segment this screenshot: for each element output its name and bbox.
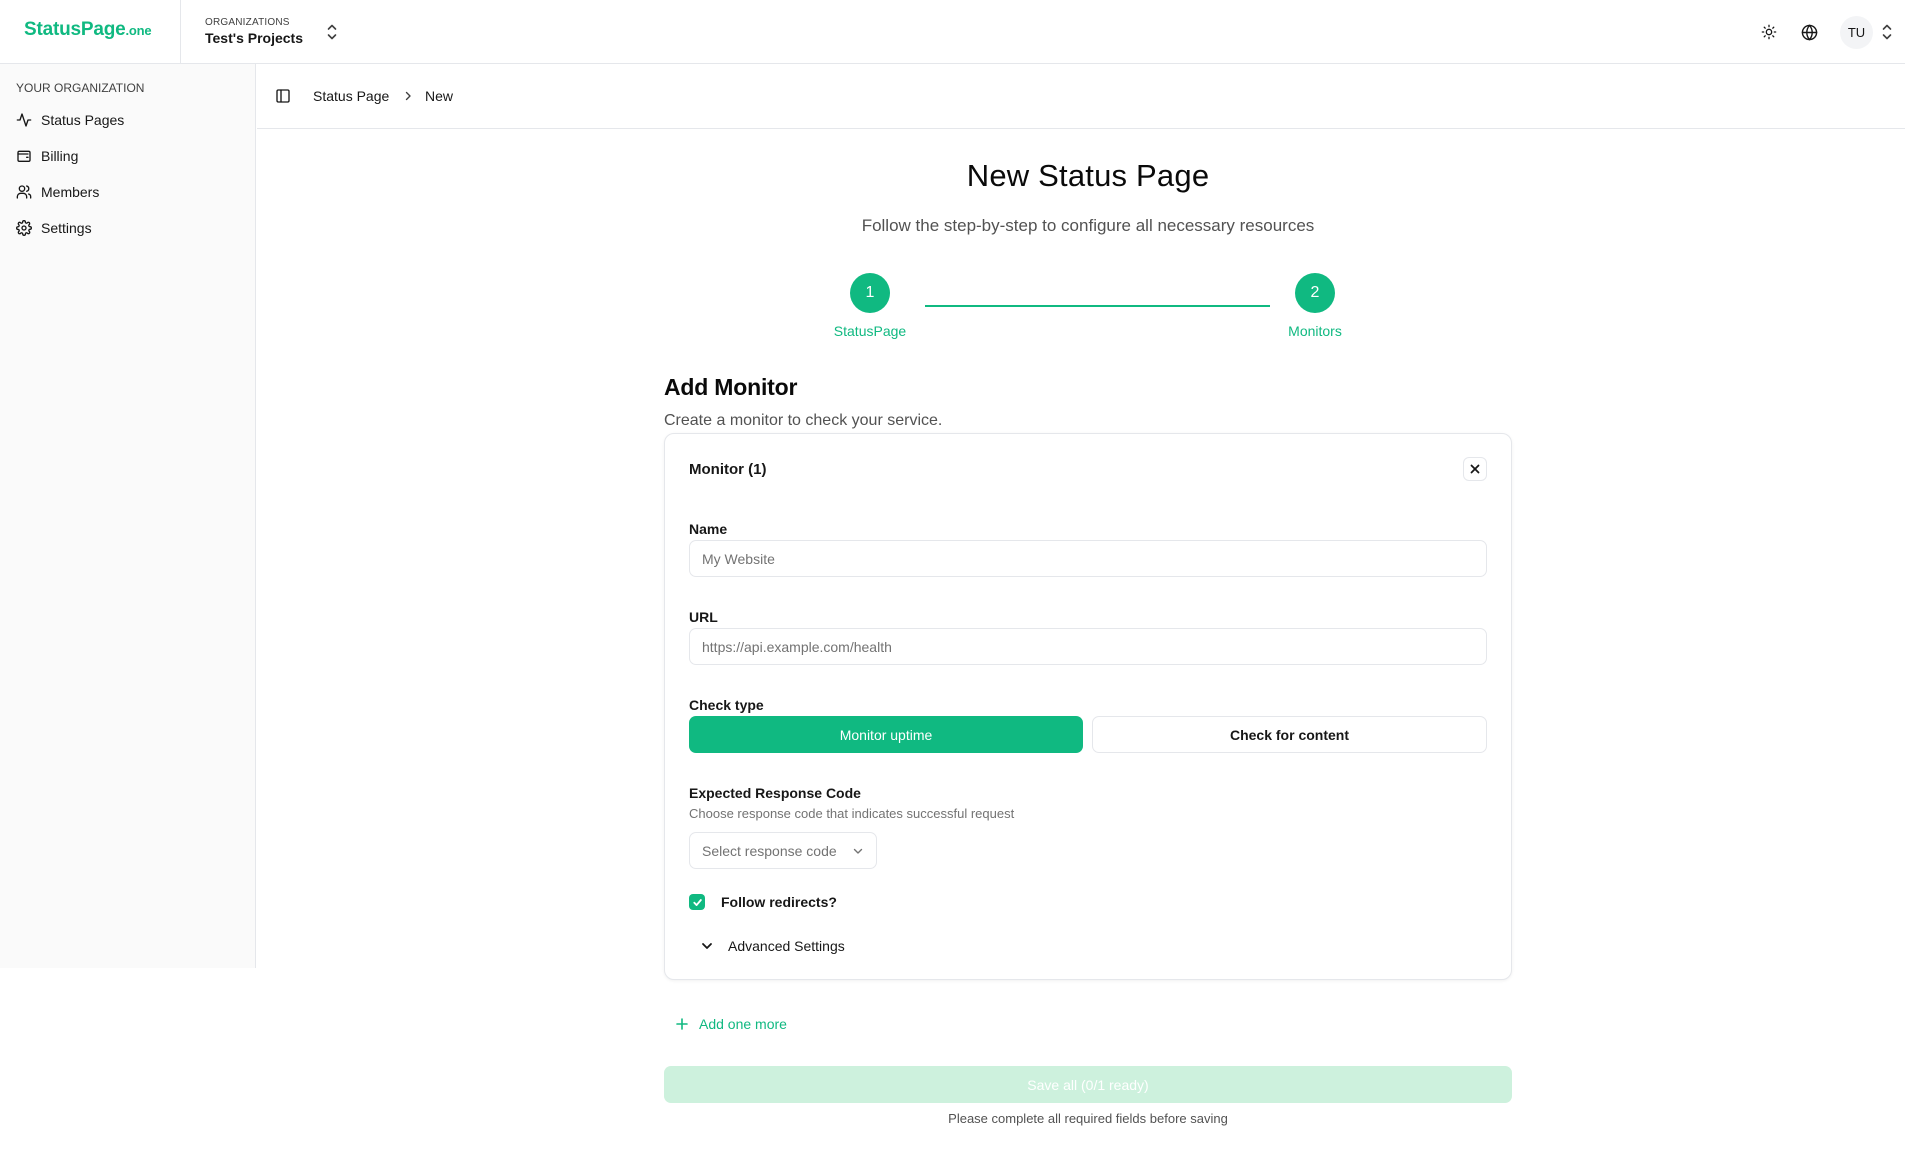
response-code-help: Choose response code that indicates succ… [689,806,1015,821]
section-title: Add Monitor [664,374,798,400]
response-code-placeholder: Select response code [702,842,837,859]
advanced-settings-toggle[interactable]: Advanced Settings [700,934,845,958]
page-heading: New Status Page Follow the step-by-step … [0,0,1905,260]
section-subtitle: Create a monitor to check your service. [664,412,943,429]
close-icon [1470,464,1480,474]
step-1-indicator: 1 [850,273,890,313]
stepper-connector [925,305,1270,307]
save-hint: Please complete all required fields befo… [948,1111,1228,1126]
check-for-content-option[interactable]: Check for content [1092,716,1487,753]
page-title: New Status Page [966,158,1210,193]
monitor-card: Monitor (1) Name URL Check type Monitor … [664,433,1512,980]
step-2-label: Monitors [1288,323,1342,339]
page-subtitle: Follow the step-by-step to configure all… [861,216,1315,235]
remove-monitor-button[interactable] [1463,457,1487,481]
chevron-down-icon [853,848,863,854]
url-label: URL [689,609,718,625]
step-1-label: StatusPage [833,323,907,339]
follow-redirects-checkbox[interactable] [689,894,705,910]
response-code-label: Expected Response Code [689,785,861,801]
chevron-down-icon [702,943,712,949]
add-one-more-label: Add one more [699,1016,787,1032]
monitor-card-title: Monitor (1) [689,461,767,478]
response-code-select[interactable]: Select response code [689,832,877,869]
url-input[interactable] [689,628,1487,665]
follow-redirects-label[interactable]: Follow redirects? [721,894,837,910]
advanced-settings-label: Advanced Settings [728,938,845,954]
step-2-indicator: 2 [1295,273,1335,313]
save-all-button[interactable]: Save all (0/1 ready) [664,1066,1512,1103]
name-input[interactable] [689,540,1487,577]
plus-icon [676,1018,688,1030]
check-type-label: Check type [689,697,764,713]
add-one-more-button[interactable]: Add one more [675,1013,787,1035]
name-label: Name [689,521,728,537]
monitor-uptime-option[interactable]: Monitor uptime [689,716,1083,753]
check-icon [692,898,702,906]
